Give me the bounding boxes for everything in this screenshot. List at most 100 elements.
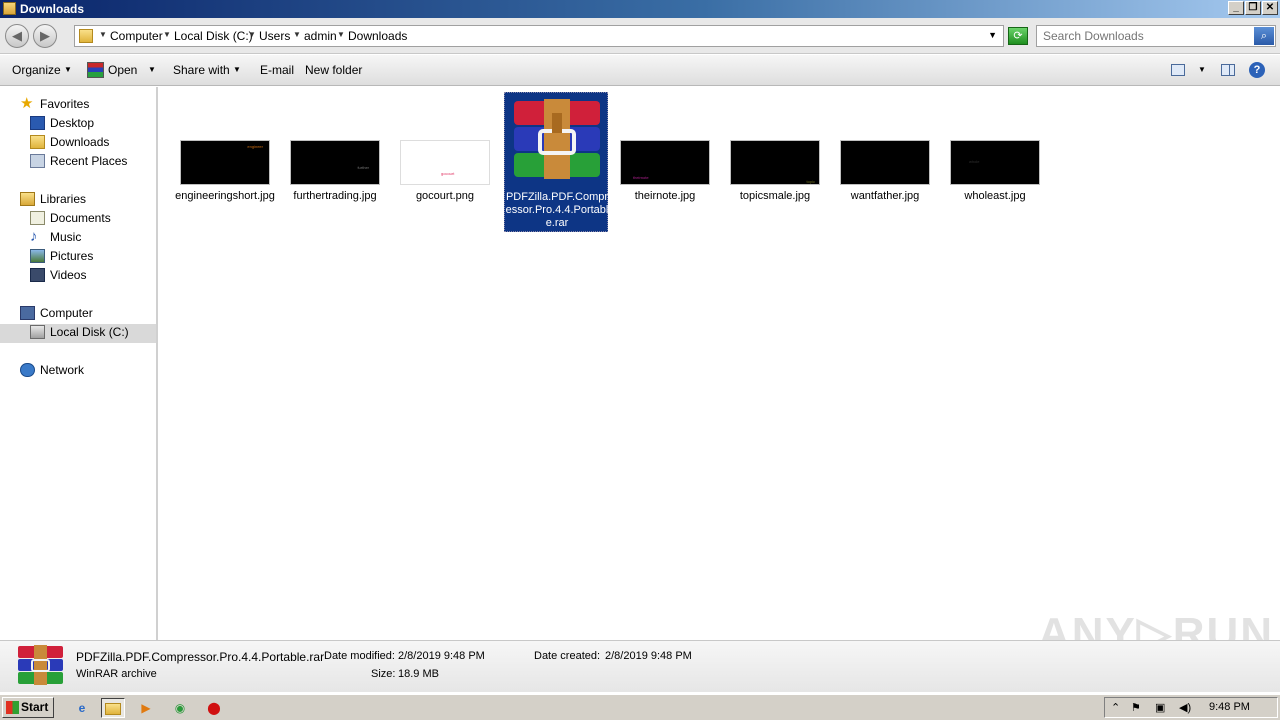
size-value: 18.9 MB <box>398 668 439 680</box>
network-status-icon[interactable]: ▣ <box>1155 701 1165 714</box>
media-player-icon[interactable]: ▶ <box>134 698 158 718</box>
breadcrumb-downloads[interactable]: Downloads <box>348 29 407 43</box>
search-input[interactable] <box>1037 26 1247 46</box>
downloads-folder-icon <box>30 135 45 149</box>
address-dropdown-icon[interactable]: ▼ <box>988 30 997 40</box>
local-disk-icon <box>30 325 45 339</box>
folder-icon <box>3 2 16 15</box>
clock[interactable]: 9:48 PM <box>1209 701 1250 713</box>
winrar-icon <box>87 62 104 78</box>
date-created-value: 2/8/2019 9:48 PM <box>605 650 692 662</box>
search-icon[interactable]: ⌕ <box>1254 27 1274 45</box>
libraries-icon <box>20 192 35 206</box>
back-button[interactable]: ◀ <box>5 24 29 48</box>
network-icon <box>20 363 35 377</box>
system-tray: ⌃ ⚑ ▣ ◀) 9:48 PM <box>1104 697 1278 718</box>
file-name: topicsmale.jpg <box>739 190 811 202</box>
breadcrumb-arrow-icon[interactable]: ▼ <box>337 30 345 39</box>
file-name: PDFZilla.PDF.Compressor.Pro.4.4.Portable… <box>505 191 609 229</box>
action-center-flag-icon[interactable]: ⚑ <box>1131 701 1141 714</box>
open-button[interactable]: Open <box>108 63 137 77</box>
chrome-icon[interactable]: ◉ <box>168 698 192 718</box>
minimize-button[interactable]: _ <box>1228 1 1244 15</box>
file-item[interactable]: gocourt gocourt.png <box>393 92 497 232</box>
file-item[interactable]: engineer engineeringshort.jpg <box>173 92 277 232</box>
file-name: furthertrading.jpg <box>293 190 377 202</box>
image-thumbnail <box>840 140 930 185</box>
size-label: Size: <box>371 668 396 680</box>
navigation-pane: ★ Favorites Desktop Downloads Recent Pla… <box>0 87 158 640</box>
breadcrumb-users[interactable]: Users <box>259 29 290 43</box>
documents-icon <box>30 211 45 225</box>
stop-icon[interactable]: ⬤ <box>202 698 226 718</box>
image-thumbnail: further <box>290 140 380 185</box>
file-item-selected[interactable]: PDFZilla.PDF.Compressor.Pro.4.4.Portable… <box>504 92 608 232</box>
desktop-icon <box>30 116 45 130</box>
close-button[interactable]: ✕ <box>1262 1 1278 15</box>
image-thumbnail: theirnote <box>620 140 710 185</box>
date-modified-value: 2/8/2019 9:48 PM <box>398 650 485 662</box>
image-thumbnail: whole <box>950 140 1040 185</box>
file-list[interactable]: engineer engineeringshort.jpg further fu… <box>160 87 1280 640</box>
breadcrumb-arrow-icon[interactable]: ▼ <box>293 30 301 39</box>
address-bar-row: ◀ ▶ ▼ Computer ▼ Local Disk (C:) ▼ Users… <box>0 18 1280 54</box>
date-modified-label: Date modified: <box>324 650 395 662</box>
share-with-dropdown-icon[interactable]: ▼ <box>233 65 241 74</box>
breadcrumb-arrow-icon[interactable]: ▼ <box>248 30 256 39</box>
winrar-archive-icon <box>18 645 63 685</box>
folder-icon <box>105 703 121 715</box>
breadcrumb-arrow-icon[interactable]: ▼ <box>163 30 171 39</box>
file-name: wholeast.jpg <box>964 190 1026 202</box>
new-folder-button[interactable]: New folder <box>305 63 362 77</box>
breadcrumb-computer[interactable]: Computer <box>110 29 163 43</box>
windows-logo-icon <box>6 701 19 714</box>
search-box[interactable]: ⌕ <box>1036 25 1276 47</box>
organize-dropdown-icon[interactable]: ▼ <box>64 65 72 74</box>
details-file-name: PDFZilla.PDF.Compressor.Pro.4.4.Portable… <box>76 650 325 664</box>
details-file-type: WinRAR archive <box>76 668 157 680</box>
image-thumbnail: topic <box>730 140 820 185</box>
star-icon: ★ <box>20 95 34 112</box>
breadcrumb-admin[interactable]: admin <box>304 29 337 43</box>
recent-places-icon <box>30 154 45 168</box>
image-thumbnail: engineer <box>180 140 270 185</box>
file-item[interactable]: further furthertrading.jpg <box>283 92 387 232</box>
start-button[interactable]: Start <box>2 697 54 718</box>
computer-icon <box>20 306 35 320</box>
breadcrumb-arrow-icon[interactable]: ▼ <box>99 30 107 39</box>
file-item[interactable]: theirnote theirnote.jpg <box>613 92 717 232</box>
address-box[interactable]: ▼ Computer ▼ Local Disk (C:) ▼ Users ▼ a… <box>74 25 1004 47</box>
file-name: gocourt.png <box>415 190 475 202</box>
explorer-taskbar-button[interactable] <box>101 698 125 718</box>
file-item[interactable]: wantfather.jpg <box>833 92 937 232</box>
folder-icon <box>79 29 93 43</box>
breadcrumb-local-disk[interactable]: Local Disk (C:) <box>174 29 253 43</box>
show-hidden-icons-icon[interactable]: ⌃ <box>1111 701 1120 714</box>
file-name: wantfather.jpg <box>850 190 920 202</box>
details-pane: PDFZilla.PDF.Compressor.Pro.4.4.Portable… <box>0 640 1280 692</box>
file-name: engineeringshort.jpg <box>175 190 275 202</box>
forward-button[interactable]: ▶ <box>33 24 57 48</box>
internet-explorer-icon[interactable]: e <box>70 698 94 718</box>
help-icon[interactable]: ? <box>1249 62 1265 78</box>
winrar-archive-icon <box>514 99 600 179</box>
view-dropdown-icon[interactable]: ▼ <box>1198 65 1206 74</box>
videos-icon <box>30 268 45 282</box>
command-bar: Organize ▼ Open ▼ Share with ▼ E-mail Ne… <box>0 55 1280 86</box>
image-thumbnail: gocourt <box>400 140 490 185</box>
taskbar: Start e ▶ ◉ ⬤ ⌃ ⚑ ▣ ◀) 9:48 PM <box>0 694 1280 720</box>
volume-icon[interactable]: ◀) <box>1179 701 1191 714</box>
preview-pane-icon[interactable] <box>1221 64 1235 76</box>
change-view-icon[interactable] <box>1171 64 1185 76</box>
file-name: theirnote.jpg <box>634 190 696 202</box>
file-item[interactable]: topic topicsmale.jpg <box>723 92 827 232</box>
file-item[interactable]: whole wholeast.jpg <box>943 92 1047 232</box>
pictures-icon <box>30 249 45 263</box>
maximize-button[interactable]: ❐ <box>1245 1 1261 15</box>
share-with-button[interactable]: Share with <box>173 63 230 77</box>
window-title-bar[interactable]: Downloads _ ❐ ✕ <box>0 0 1280 18</box>
refresh-button[interactable]: ⟳ <box>1008 27 1028 45</box>
open-dropdown-icon[interactable]: ▼ <box>148 65 156 74</box>
organize-button[interactable]: Organize <box>12 63 61 77</box>
email-button[interactable]: E-mail <box>260 63 294 77</box>
